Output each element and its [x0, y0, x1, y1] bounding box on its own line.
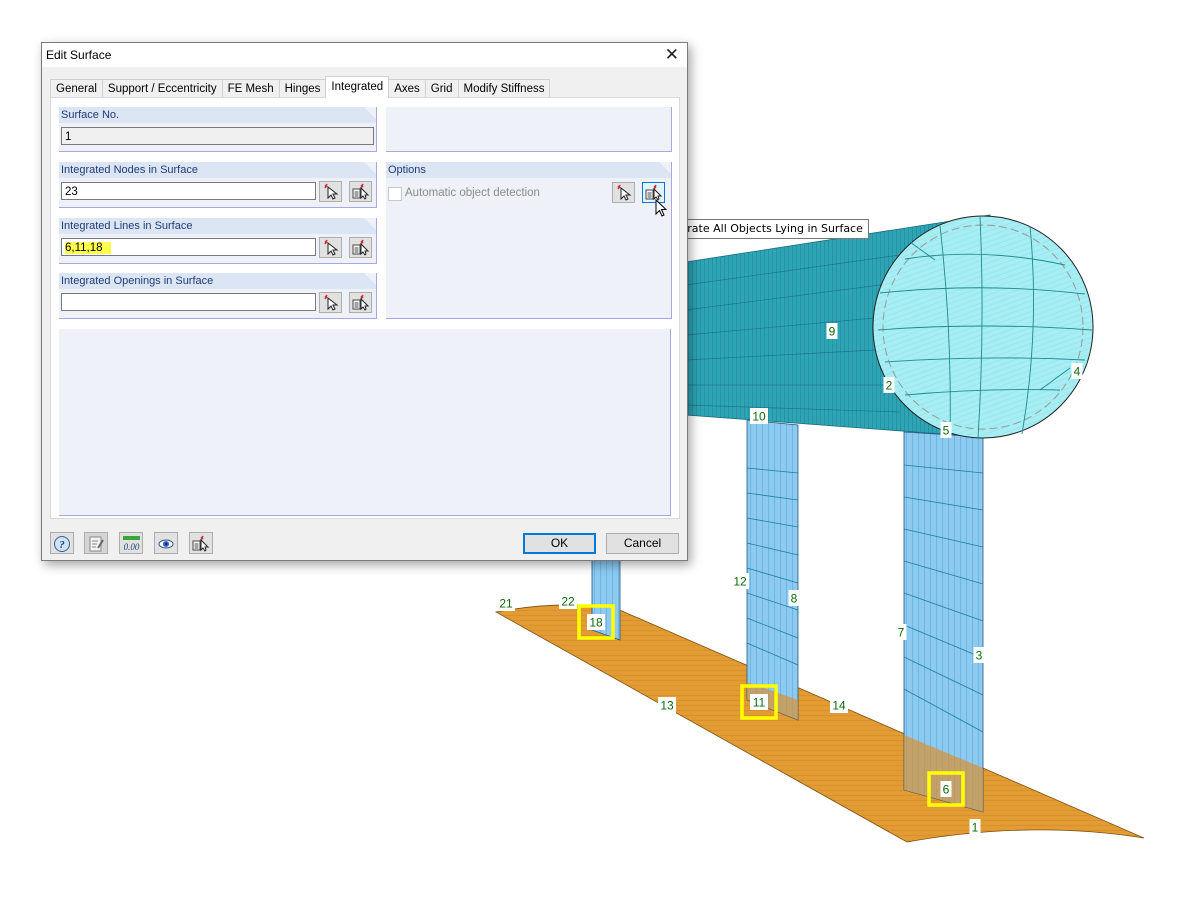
options-pick-button[interactable]: [612, 182, 635, 203]
line-label-10[interactable]: 10: [752, 410, 766, 424]
close-icon[interactable]: ✕: [665, 45, 679, 65]
tab-fe-mesh[interactable]: FE Mesh: [221, 79, 280, 98]
select-nodes-list-button[interactable]: [349, 181, 372, 202]
integrated-openings-label: Integrated Openings in Surface: [59, 273, 376, 289]
integrated-lines-input[interactable]: 6,11,18: [61, 238, 316, 256]
pick-openings-button[interactable]: [319, 292, 342, 313]
view-eye-icon: [158, 539, 174, 549]
select-lines-list-button[interactable]: [349, 237, 372, 258]
line-label-3[interactable]: 3: [976, 649, 983, 663]
tab-support-eccentricity[interactable]: Support / Eccentricity: [101, 79, 223, 98]
tab-panel-integrated: Surface No. 1 Integrated Nodes in Surfac…: [50, 97, 680, 519]
line-label-5[interactable]: 5: [943, 424, 950, 438]
tab-hinges[interactable]: Hinges: [278, 79, 327, 98]
edit-surface-dialog: Edit Surface ✕ General Support / Eccentr…: [41, 42, 688, 561]
select-openings-list-button[interactable]: [349, 292, 372, 313]
pick-cursor-icon: [617, 184, 632, 201]
line-label-1[interactable]: 1: [972, 821, 979, 835]
svg-text:0.00: 0.00: [124, 542, 140, 552]
tab-modify-stiffness[interactable]: Modify Stiffness: [457, 79, 551, 98]
pick-list-icon: [192, 535, 210, 552]
help-icon: ?: [54, 536, 70, 552]
pick-cursor-icon: [324, 294, 339, 311]
pick-list-button[interactable]: [189, 532, 213, 554]
group-integrated-nodes: Integrated Nodes in Surface 23: [59, 162, 377, 208]
line-label-11[interactable]: 11: [753, 696, 766, 710]
mouse-cursor-icon: [655, 199, 668, 217]
surface-no-label: Surface No.: [59, 107, 376, 123]
group-empty-info: [386, 107, 672, 152]
line-label-9[interactable]: 9: [829, 325, 836, 339]
line-label-6[interactable]: 6: [943, 783, 950, 797]
integrated-nodes-label: Integrated Nodes in Surface: [59, 162, 376, 178]
surface-no-field: 1: [61, 127, 374, 145]
options-label: Options: [386, 162, 671, 178]
pick-cursor-icon: [324, 183, 339, 200]
line-label-12[interactable]: 12: [733, 575, 747, 589]
pick-list-icon: [352, 183, 369, 200]
line-label-2[interactable]: 2: [886, 379, 893, 393]
pick-list-icon: [352, 294, 369, 311]
line-label-8[interactable]: 8: [791, 592, 798, 606]
line-label-13[interactable]: 13: [660, 699, 674, 713]
help-button[interactable]: ?: [50, 532, 74, 554]
pick-lines-button[interactable]: [319, 237, 342, 258]
line-label-18[interactable]: 18: [589, 616, 603, 630]
view-eye-button[interactable]: [154, 532, 178, 554]
ok-button[interactable]: OK: [523, 533, 596, 554]
pick-nodes-button[interactable]: [319, 181, 342, 202]
dialog-title: Edit Surface: [46, 48, 112, 62]
slab-surface[interactable]: [494, 604, 1145, 843]
cancel-button[interactable]: Cancel: [606, 533, 679, 554]
group-integrated-lines: Integrated Lines in Surface 6,11,18: [59, 218, 377, 264]
integrated-openings-input[interactable]: [61, 293, 316, 311]
tab-grid[interactable]: Grid: [424, 79, 459, 98]
line-label-4[interactable]: 4: [1074, 365, 1081, 379]
pick-list-icon: [352, 239, 369, 256]
group-bottom-info: [59, 329, 671, 516]
tab-integrated[interactable]: Integrated: [325, 76, 390, 98]
group-options: Options Automatic object detection: [386, 162, 672, 319]
line-label-7[interactable]: 7: [898, 626, 905, 640]
group-surface-no: Surface No. 1: [59, 107, 377, 152]
units-decimal-icon: 0.00: [123, 536, 140, 552]
edit-notes-icon: [89, 536, 104, 552]
line-label-21[interactable]: 21: [499, 597, 513, 611]
units-decimal-button[interactable]: 0.00: [119, 532, 143, 554]
pick-cursor-icon: [324, 239, 339, 256]
svg-text:?: ?: [59, 539, 65, 551]
integrated-lines-value: 6,11,18: [65, 242, 111, 254]
integrated-lines-label: Integrated Lines in Surface: [59, 218, 376, 234]
integrated-nodes-input[interactable]: 23: [61, 182, 316, 200]
tab-strip: General Support / Eccentricity FE Mesh H…: [50, 76, 551, 98]
group-integrated-openings: Integrated Openings in Surface: [59, 273, 377, 319]
title-bar[interactable]: Edit Surface ✕: [42, 43, 687, 67]
line-label-14[interactable]: 14: [832, 699, 846, 713]
tab-general[interactable]: General: [50, 79, 103, 98]
auto-detect-checkbox[interactable]: [388, 187, 402, 201]
auto-detect-label: Automatic object detection: [405, 187, 540, 199]
cylinder-end-face[interactable]: [872, 215, 1094, 439]
edit-notes-button[interactable]: [84, 532, 108, 554]
line-label-22[interactable]: 22: [561, 595, 575, 609]
tab-axes[interactable]: Axes: [388, 79, 426, 98]
